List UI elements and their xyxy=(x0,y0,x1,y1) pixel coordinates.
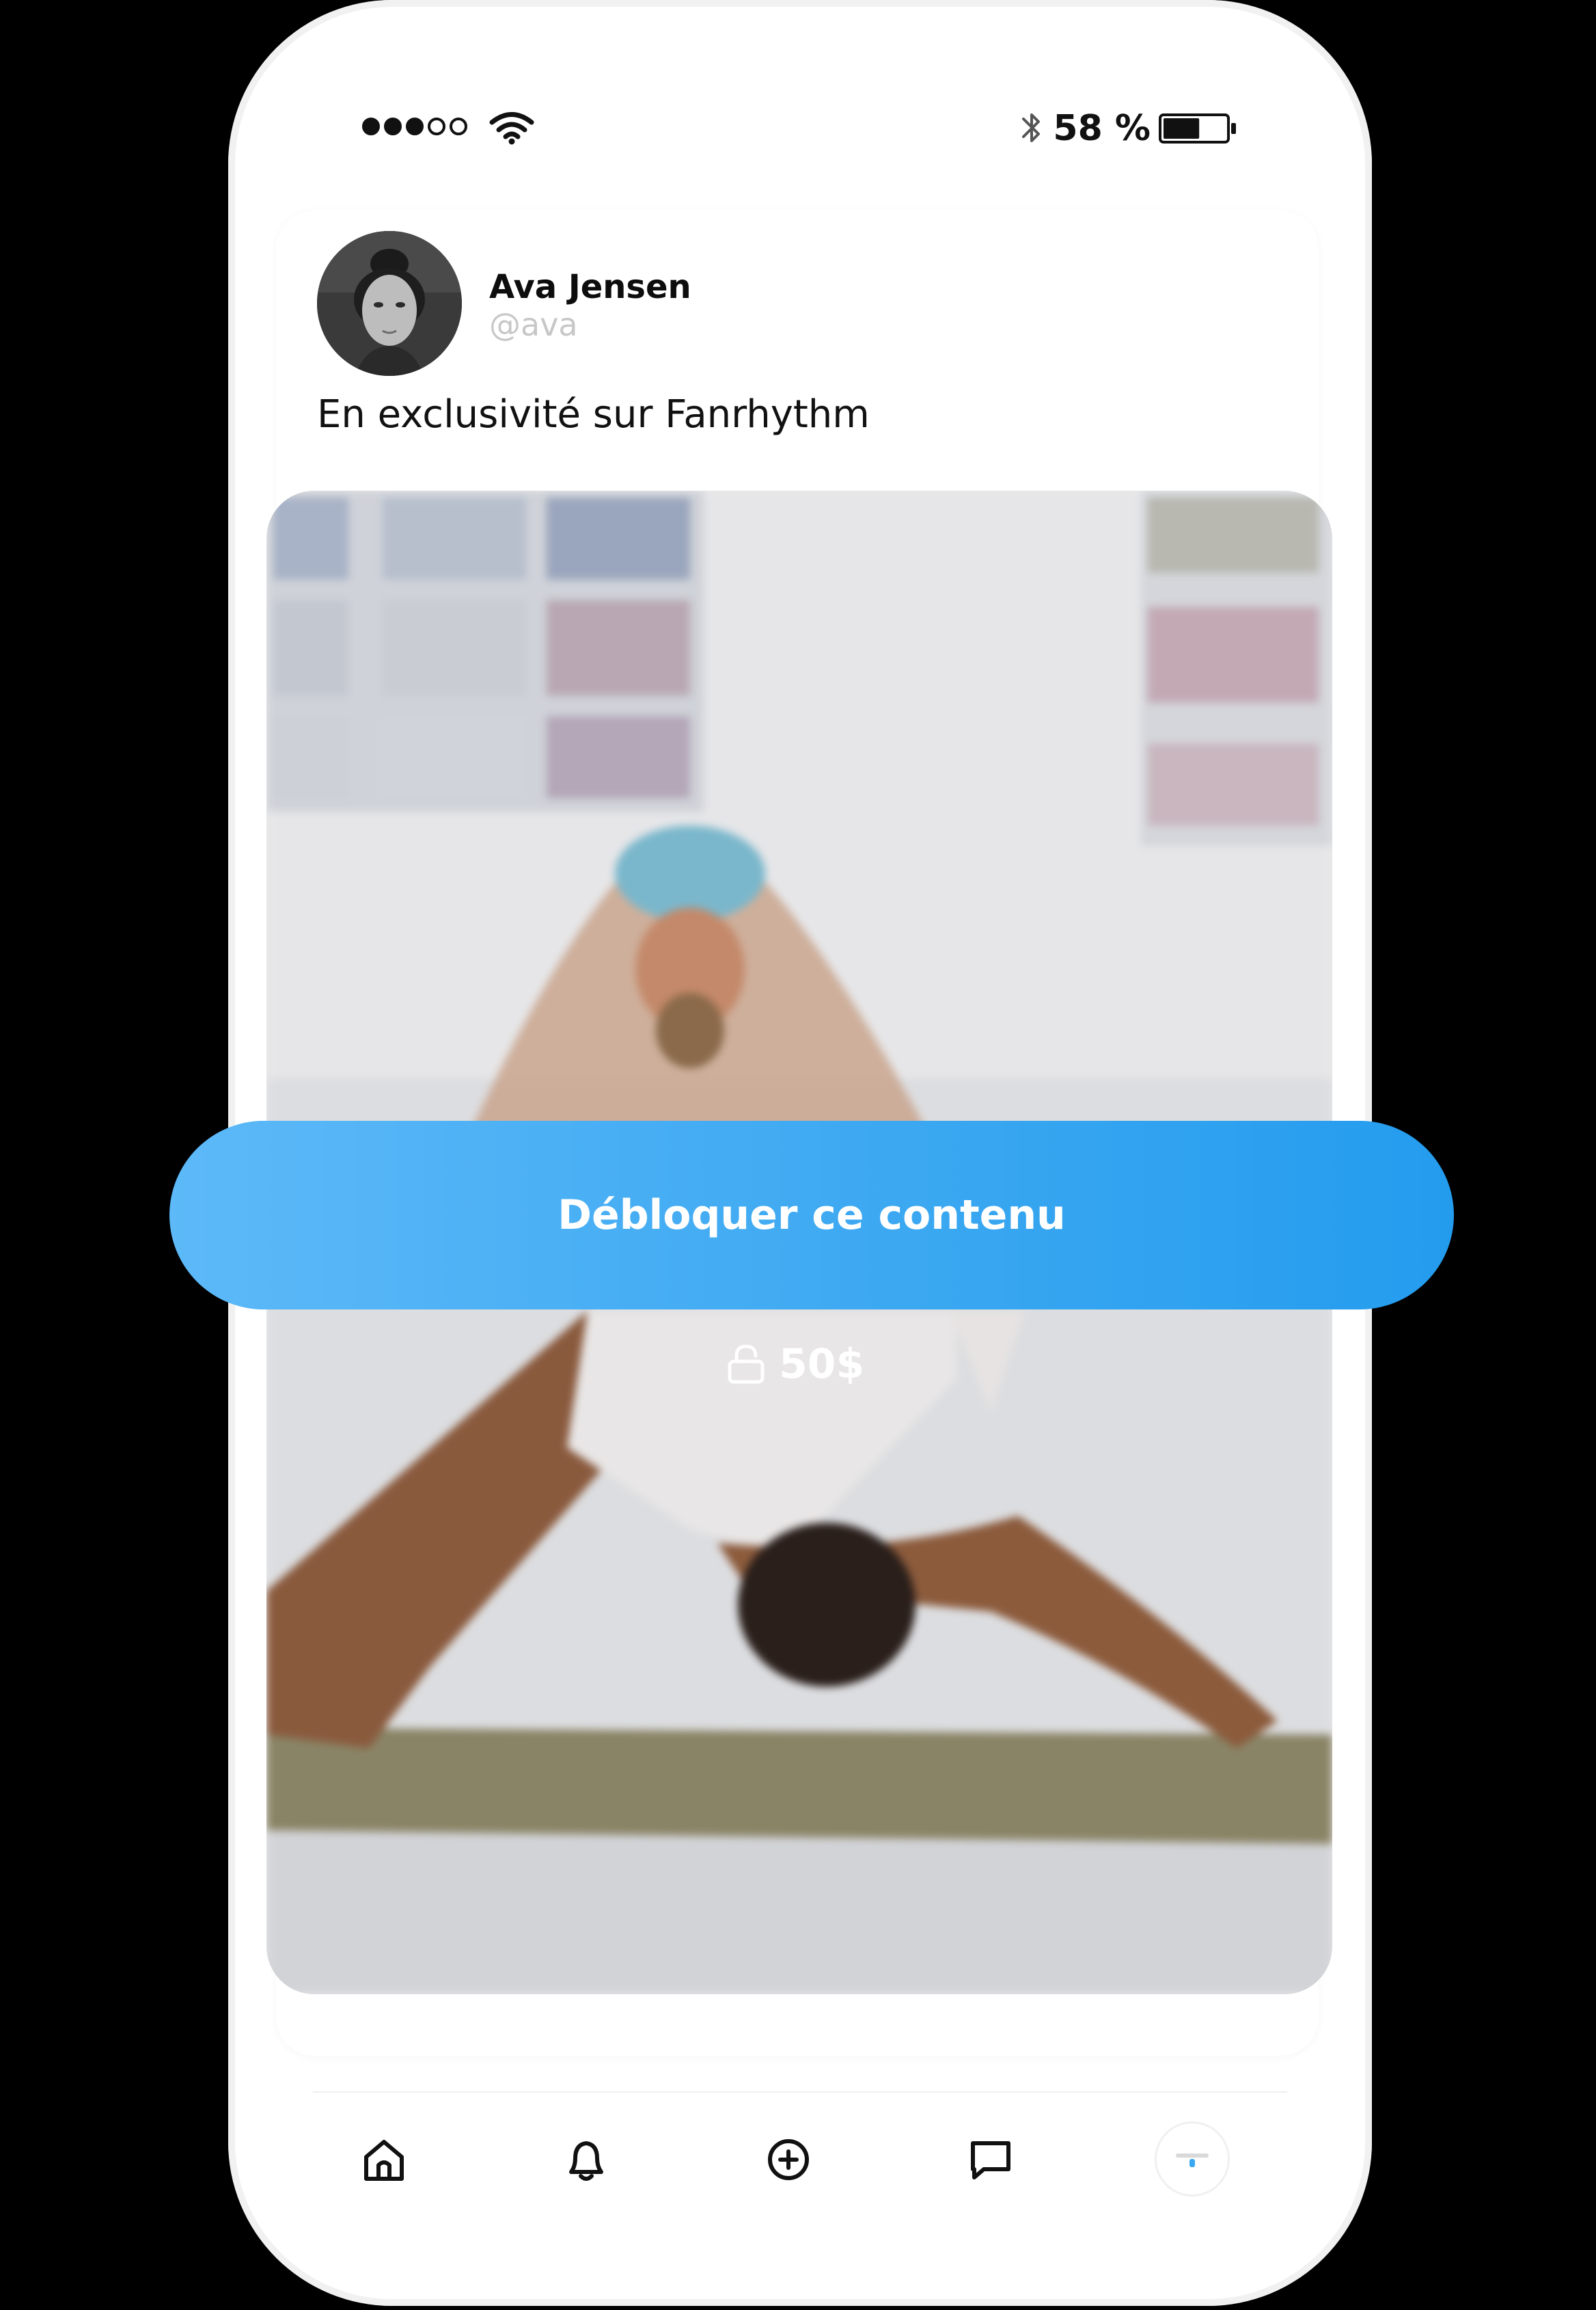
nav-messages[interactable] xyxy=(957,2125,1025,2194)
bell-icon xyxy=(569,2141,603,2181)
home-icon xyxy=(364,2140,404,2181)
author-handle: @ava xyxy=(489,306,578,343)
nav-profile[interactable] xyxy=(1155,2121,1230,2197)
profile-avatar-icon xyxy=(1176,2153,1209,2167)
price-value: 50$ xyxy=(779,1340,865,1388)
nav-notifications[interactable] xyxy=(552,2125,620,2194)
unlock-content-button[interactable]: Débloquer ce contenu xyxy=(169,1121,1454,1309)
battery-icon xyxy=(1159,113,1236,144)
bluetooth-icon xyxy=(1022,113,1040,142)
author-name[interactable]: Ava Jensen xyxy=(489,268,691,306)
add-circle-icon xyxy=(768,2139,809,2180)
author-avatar[interactable] xyxy=(317,231,462,376)
unlock-price: 50$ xyxy=(727,1337,864,1391)
bottom-nav-divider xyxy=(313,2091,1287,2093)
post-caption: En exclusivité sur Fanrhythm xyxy=(317,392,870,437)
lock-icon xyxy=(728,1344,765,1384)
chat-icon xyxy=(971,2141,1010,2179)
nav-create[interactable] xyxy=(754,2125,823,2194)
signal-strength-icon xyxy=(362,118,467,135)
status-bar: 58 % xyxy=(362,103,1238,152)
nav-home[interactable] xyxy=(350,2125,418,2194)
wifi-icon xyxy=(489,112,534,145)
battery-percentage: 58 % xyxy=(1053,108,1151,149)
